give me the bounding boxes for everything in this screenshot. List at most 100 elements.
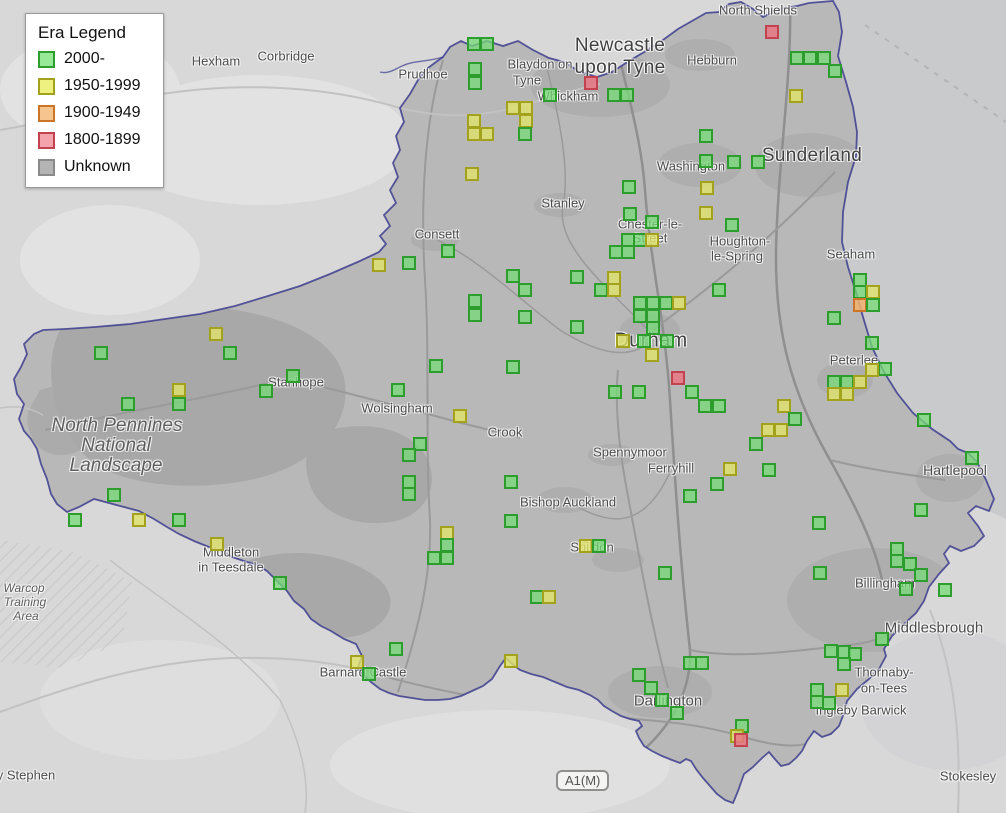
era-marker-1950-1999[interactable] xyxy=(209,327,223,341)
era-marker-2000s[interactable] xyxy=(570,320,584,334)
era-marker-1800-1899[interactable] xyxy=(734,733,748,747)
era-marker-2000s[interactable] xyxy=(389,642,403,656)
era-marker-2000s[interactable] xyxy=(698,399,712,413)
era-marker-2000s[interactable] xyxy=(94,346,108,360)
era-marker-2000s[interactable] xyxy=(853,285,867,299)
era-marker-2000s[interactable] xyxy=(633,296,647,310)
era-marker-2000s[interactable] xyxy=(660,334,674,348)
era-marker-2000s[interactable] xyxy=(803,51,817,65)
era-marker-1950-1999[interactable] xyxy=(827,387,841,401)
era-marker-1950-1999[interactable] xyxy=(467,114,481,128)
era-marker-2000s[interactable] xyxy=(875,632,889,646)
era-marker-2000s[interactable] xyxy=(633,309,647,323)
era-marker-1950-1999[interactable] xyxy=(865,363,879,377)
era-marker-2000s[interactable] xyxy=(273,576,287,590)
era-marker-2000s[interactable] xyxy=(655,693,669,707)
era-marker-2000s[interactable] xyxy=(518,283,532,297)
era-marker-2000s[interactable] xyxy=(506,269,520,283)
era-marker-2000s[interactable] xyxy=(504,475,518,489)
era-marker-2000s[interactable] xyxy=(790,51,804,65)
era-marker-2000s[interactable] xyxy=(659,296,673,310)
era-marker-2000s[interactable] xyxy=(914,503,928,517)
era-marker-1950-1999[interactable] xyxy=(723,462,737,476)
era-marker-2000s[interactable] xyxy=(822,696,836,710)
era-marker-2000s[interactable] xyxy=(938,583,952,597)
era-marker-1950-1999[interactable] xyxy=(645,348,659,362)
era-marker-2000s[interactable] xyxy=(518,310,532,324)
era-marker-1950-1999[interactable] xyxy=(853,375,867,389)
era-marker-2000s[interactable] xyxy=(468,76,482,90)
era-marker-1950-1999[interactable] xyxy=(789,89,803,103)
map-viewport[interactable]: North Shields Newcastle upon Tyne Hebburn He… xyxy=(0,0,1006,813)
era-marker-2000s[interactable] xyxy=(223,346,237,360)
era-marker-2000s[interactable] xyxy=(402,448,416,462)
era-marker-2000s[interactable] xyxy=(468,308,482,322)
era-marker-2000s[interactable] xyxy=(637,334,651,348)
era-marker-2000s[interactable] xyxy=(899,582,913,596)
era-marker-2000s[interactable] xyxy=(824,644,838,658)
era-marker-2000s[interactable] xyxy=(658,566,672,580)
era-marker-2000s[interactable] xyxy=(506,360,520,374)
era-marker-2000s[interactable] xyxy=(710,477,724,491)
era-marker-2000s[interactable] xyxy=(623,207,637,221)
era-marker-2000s[interactable] xyxy=(259,384,273,398)
era-marker-1950-1999[interactable] xyxy=(480,127,494,141)
era-marker-2000s[interactable] xyxy=(827,311,841,325)
era-marker-2000s[interactable] xyxy=(402,256,416,270)
era-marker-1800-1899[interactable] xyxy=(671,371,685,385)
era-marker-1950-1999[interactable] xyxy=(453,409,467,423)
era-marker-2000s[interactable] xyxy=(788,412,802,426)
era-marker-2000s[interactable] xyxy=(646,321,660,335)
era-marker-2000s[interactable] xyxy=(878,362,892,376)
era-marker-2000s[interactable] xyxy=(685,385,699,399)
era-marker-2000s[interactable] xyxy=(890,554,904,568)
era-marker-1950-1999[interactable] xyxy=(210,537,224,551)
era-marker-1950-1999[interactable] xyxy=(372,258,386,272)
era-marker-1950-1999[interactable] xyxy=(616,334,630,348)
era-marker-2000s[interactable] xyxy=(467,37,481,51)
era-marker-2000s[interactable] xyxy=(828,64,842,78)
era-marker-1950-1999[interactable] xyxy=(465,167,479,181)
era-marker-2000s[interactable] xyxy=(107,488,121,502)
era-marker-1950-1999[interactable] xyxy=(607,283,621,297)
era-marker-2000s[interactable] xyxy=(620,88,634,102)
era-marker-2000s[interactable] xyxy=(645,215,659,229)
era-marker-2000s[interactable] xyxy=(543,88,557,102)
era-marker-1950-1999[interactable] xyxy=(467,127,481,141)
era-marker-2000s[interactable] xyxy=(712,283,726,297)
era-marker-2000s[interactable] xyxy=(965,451,979,465)
era-marker-2000s[interactable] xyxy=(749,437,763,451)
era-marker-1950-1999[interactable] xyxy=(504,654,518,668)
era-marker-2000s[interactable] xyxy=(646,296,660,310)
era-marker-1950-1999[interactable] xyxy=(519,101,533,115)
era-marker-1950-1999[interactable] xyxy=(699,206,713,220)
era-marker-2000s[interactable] xyxy=(402,487,416,501)
era-marker-1900-1949[interactable] xyxy=(853,298,867,312)
era-marker-2000s[interactable] xyxy=(699,129,713,143)
era-marker-2000s[interactable] xyxy=(762,463,776,477)
era-marker-2000s[interactable] xyxy=(865,336,879,350)
era-marker-2000s[interactable] xyxy=(621,245,635,259)
era-marker-2000s[interactable] xyxy=(172,397,186,411)
era-marker-2000s[interactable] xyxy=(837,657,851,671)
era-marker-2000s[interactable] xyxy=(427,551,441,565)
era-marker-1950-1999[interactable] xyxy=(835,683,849,697)
era-marker-2000s[interactable] xyxy=(480,37,494,51)
era-marker-2000s[interactable] xyxy=(632,385,646,399)
era-marker-1950-1999[interactable] xyxy=(519,114,533,128)
era-marker-1950-1999[interactable] xyxy=(172,383,186,397)
era-marker-1950-1999[interactable] xyxy=(506,101,520,115)
era-marker-2000s[interactable] xyxy=(594,283,608,297)
era-marker-2000s[interactable] xyxy=(429,359,443,373)
era-marker-2000s[interactable] xyxy=(725,218,739,232)
era-marker-2000s[interactable] xyxy=(518,127,532,141)
era-marker-2000s[interactable] xyxy=(813,566,827,580)
era-marker-2000s[interactable] xyxy=(440,538,454,552)
era-marker-1950-1999[interactable] xyxy=(579,539,593,553)
era-marker-2000s[interactable] xyxy=(286,369,300,383)
era-marker-1950-1999[interactable] xyxy=(132,513,146,527)
era-marker-2000s[interactable] xyxy=(441,244,455,258)
era-marker-2000s[interactable] xyxy=(699,154,713,168)
era-marker-1950-1999[interactable] xyxy=(672,296,686,310)
era-marker-2000s[interactable] xyxy=(468,62,482,76)
